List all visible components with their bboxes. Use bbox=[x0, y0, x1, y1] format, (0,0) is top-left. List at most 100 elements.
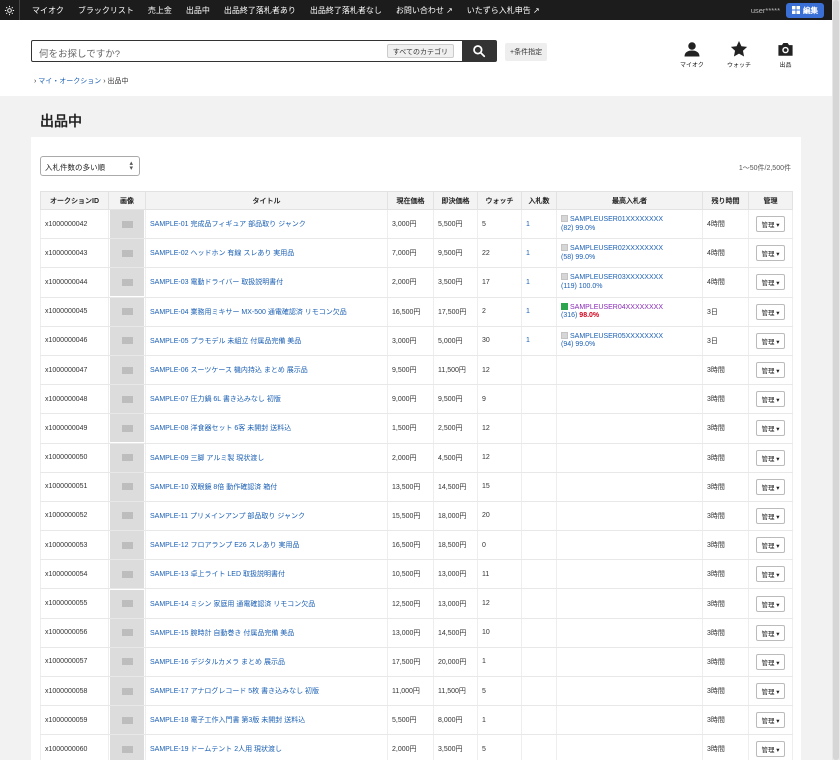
thumbnail[interactable] bbox=[108, 618, 146, 648]
image-placeholder-icon bbox=[110, 501, 144, 530]
thumbnail[interactable] bbox=[108, 734, 146, 760]
bidder-link[interactable]: SAMPLEUSER03XXXXXXXX bbox=[570, 274, 663, 281]
scrollbar[interactable] bbox=[832, 0, 840, 760]
manage-dropdown-button[interactable]: 管理 ▾ bbox=[756, 332, 785, 349]
myauction-link[interactable]: マイオク bbox=[680, 41, 704, 69]
bidder-checkbox[interactable] bbox=[561, 273, 568, 281]
manage-dropdown-button[interactable]: 管理 ▾ bbox=[756, 449, 785, 466]
thumbnail[interactable] bbox=[108, 530, 146, 561]
item-title-link[interactable]: SAMPLE-01 完成品フィギュア 部品取り ジャンク bbox=[150, 221, 306, 228]
thumbnail[interactable] bbox=[108, 413, 146, 444]
watch-count: 5 bbox=[477, 209, 522, 240]
topnav-item[interactable]: いたずら入札申告 ↗ bbox=[467, 5, 540, 16]
thumbnail[interactable] bbox=[108, 676, 146, 707]
manage-dropdown-button[interactable]: 管理 ▾ bbox=[756, 216, 785, 233]
thumbnail[interactable] bbox=[108, 326, 146, 356]
manage-dropdown-button[interactable]: 管理 ▾ bbox=[756, 741, 785, 758]
gear-icon[interactable] bbox=[0, 0, 20, 20]
thumbnail[interactable] bbox=[108, 238, 146, 269]
current-price: 10,500円 bbox=[387, 559, 434, 590]
column-header: 管理 bbox=[748, 191, 793, 210]
manage-dropdown-button[interactable]: 管理 ▾ bbox=[756, 712, 785, 729]
manage-dropdown-button[interactable]: 管理 ▾ bbox=[756, 362, 785, 379]
item-title-link[interactable]: SAMPLE-04 業務用ミキサー MX-500 通電確認済 リモコン欠品 bbox=[150, 309, 347, 316]
topnav-item[interactable]: 売上金 bbox=[148, 5, 172, 16]
manage-dropdown-button[interactable]: 管理 ▾ bbox=[756, 420, 785, 437]
sell-link[interactable]: 出品 bbox=[777, 41, 794, 69]
topnav-item[interactable]: 出品終了落札者あり bbox=[224, 5, 296, 16]
item-title-link[interactable]: SAMPLE-11 プリメインアンプ 部品取り ジャンク bbox=[150, 513, 305, 520]
thumbnail[interactable] bbox=[108, 384, 146, 415]
thumbnail[interactable] bbox=[108, 209, 146, 240]
thumbnail[interactable] bbox=[108, 267, 146, 298]
manage-dropdown-button[interactable]: 管理 ▾ bbox=[756, 624, 785, 641]
thumbnail[interactable] bbox=[108, 443, 146, 473]
item-title-link[interactable]: SAMPLE-05 プラモデル 未組立 付属品完備 美品 bbox=[150, 338, 301, 345]
topnav-item[interactable]: マイオク bbox=[32, 5, 64, 16]
bidder-checkbox[interactable] bbox=[561, 244, 568, 252]
sort-select[interactable]: 入札件数の多い順 ▴ ▾ bbox=[40, 156, 140, 176]
bid-count-link[interactable]: 1 bbox=[526, 308, 530, 315]
manage-dropdown-button[interactable]: 管理 ▾ bbox=[756, 566, 785, 583]
thumbnail[interactable] bbox=[108, 472, 146, 502]
bid-count-link[interactable]: 1 bbox=[526, 337, 530, 344]
item-title-link[interactable]: SAMPLE-14 ミシン 家庭用 通電確認済 リモコン欠品 bbox=[150, 601, 315, 608]
item-title-link[interactable]: SAMPLE-03 電動ドライバー 取扱説明書付 bbox=[150, 279, 283, 286]
bid-count-link[interactable]: 1 bbox=[526, 221, 530, 228]
thumbnail[interactable] bbox=[108, 588, 146, 619]
item-title-link[interactable]: SAMPLE-19 ドームテント 2人用 現状渡し bbox=[150, 746, 282, 753]
manage-dropdown-button[interactable]: 管理 ▾ bbox=[756, 274, 785, 291]
category-select[interactable]: すべてのカテゴリ bbox=[386, 44, 454, 58]
item-title-link[interactable]: SAMPLE-02 ヘッドホン 有線 スレあり 実用品 bbox=[150, 250, 294, 257]
item-title-link[interactable]: SAMPLE-12 フロアランプ E26 スレあり 実用品 bbox=[150, 542, 300, 549]
bidder-link[interactable]: SAMPLEUSER05XXXXXXXX bbox=[570, 333, 663, 340]
scrollbar-thumb[interactable] bbox=[833, 0, 839, 760]
manage-dropdown-button[interactable]: 管理 ▾ bbox=[756, 303, 785, 320]
item-title-link[interactable]: SAMPLE-09 三脚 アルミ製 現状渡し bbox=[150, 455, 264, 462]
item-title-link[interactable]: SAMPLE-08 洋食器セット 6客 未開封 送料込 bbox=[150, 425, 291, 432]
manage-dropdown-button[interactable]: 管理 ▾ bbox=[756, 478, 785, 495]
table-row: x1000000055 SAMPLE-14 ミシン 家庭用 通電確認済 リモコン欠… bbox=[40, 588, 793, 619]
item-title-link[interactable]: SAMPLE-18 電子工作入門書 第3版 未開封 送料込 bbox=[150, 717, 305, 724]
topnav-item[interactable]: ブラックリスト bbox=[78, 5, 134, 16]
bidder-rating: (316) bbox=[561, 312, 580, 320]
thumbnail[interactable] bbox=[108, 647, 146, 678]
thumbnail[interactable] bbox=[108, 705, 146, 736]
advanced-filter-button[interactable]: +条件指定 bbox=[505, 43, 548, 61]
topnav-item[interactable]: お問い合わせ ↗ bbox=[396, 5, 453, 16]
bidder-link[interactable]: SAMPLEUSER01XXXXXXXX bbox=[570, 216, 663, 223]
item-title-link[interactable]: SAMPLE-17 アナログレコード 5枚 書き込みなし 初版 bbox=[150, 688, 319, 695]
manage-dropdown-button[interactable]: 管理 ▾ bbox=[756, 391, 785, 408]
manage-dropdown-button[interactable]: 管理 ▾ bbox=[756, 683, 785, 700]
thumbnail[interactable] bbox=[108, 355, 146, 386]
bid-count-link[interactable]: 1 bbox=[526, 250, 530, 257]
search-button[interactable] bbox=[462, 41, 496, 61]
thumbnail[interactable] bbox=[108, 297, 146, 327]
topnav-item[interactable]: 出品中 bbox=[186, 5, 210, 16]
bidder-checkbox[interactable] bbox=[561, 215, 568, 223]
thumbnail[interactable] bbox=[108, 559, 146, 590]
bidder-checkbox[interactable] bbox=[561, 302, 568, 310]
item-title-link[interactable]: SAMPLE-13 卓上ライト LED 取扱説明書付 bbox=[150, 571, 285, 578]
bidder-link[interactable]: SAMPLEUSER04XXXXXXXX bbox=[570, 304, 663, 311]
bid-count-link[interactable]: 1 bbox=[526, 279, 530, 286]
item-title-link[interactable]: SAMPLE-07 圧力鍋 6L 書き込みなし 初版 bbox=[150, 396, 281, 403]
search-input[interactable]: 何をお探しですか? bbox=[32, 41, 387, 61]
item-title-link[interactable]: SAMPLE-15 腕時計 自動巻き 付属品完備 美品 bbox=[150, 630, 294, 637]
manage-dropdown-button[interactable]: 管理 ▾ bbox=[756, 507, 785, 524]
item-title-link[interactable]: SAMPLE-10 双眼鏡 8倍 動作確認済 箱付 bbox=[150, 484, 277, 491]
bidder-link[interactable]: SAMPLEUSER02XXXXXXXX bbox=[570, 245, 663, 252]
watch-link[interactable]: ウォッチ bbox=[727, 41, 751, 69]
manage-dropdown-button[interactable]: 管理 ▾ bbox=[756, 537, 785, 554]
manage-dropdown-button[interactable]: 管理 ▾ bbox=[756, 653, 785, 670]
manage-dropdown-button[interactable]: 管理 ▾ bbox=[756, 245, 785, 262]
thumbnail[interactable] bbox=[108, 501, 146, 532]
manage-dropdown-button[interactable]: 管理 ▾ bbox=[756, 595, 785, 612]
bidder-checkbox[interactable] bbox=[561, 331, 568, 339]
breadcrumb-myauction[interactable]: マイ・オークション bbox=[38, 78, 101, 85]
item-title-link[interactable]: SAMPLE-16 デジタルカメラ まとめ 展示品 bbox=[150, 659, 285, 666]
topnav-item[interactable]: 出品終了落札者なし bbox=[310, 5, 382, 16]
item-title-link[interactable]: SAMPLE-06 スーツケース 機内持込 まとめ 展示品 bbox=[150, 367, 308, 374]
edit-button[interactable]: 編集 bbox=[786, 2, 824, 18]
username[interactable]: user***** bbox=[751, 6, 780, 15]
